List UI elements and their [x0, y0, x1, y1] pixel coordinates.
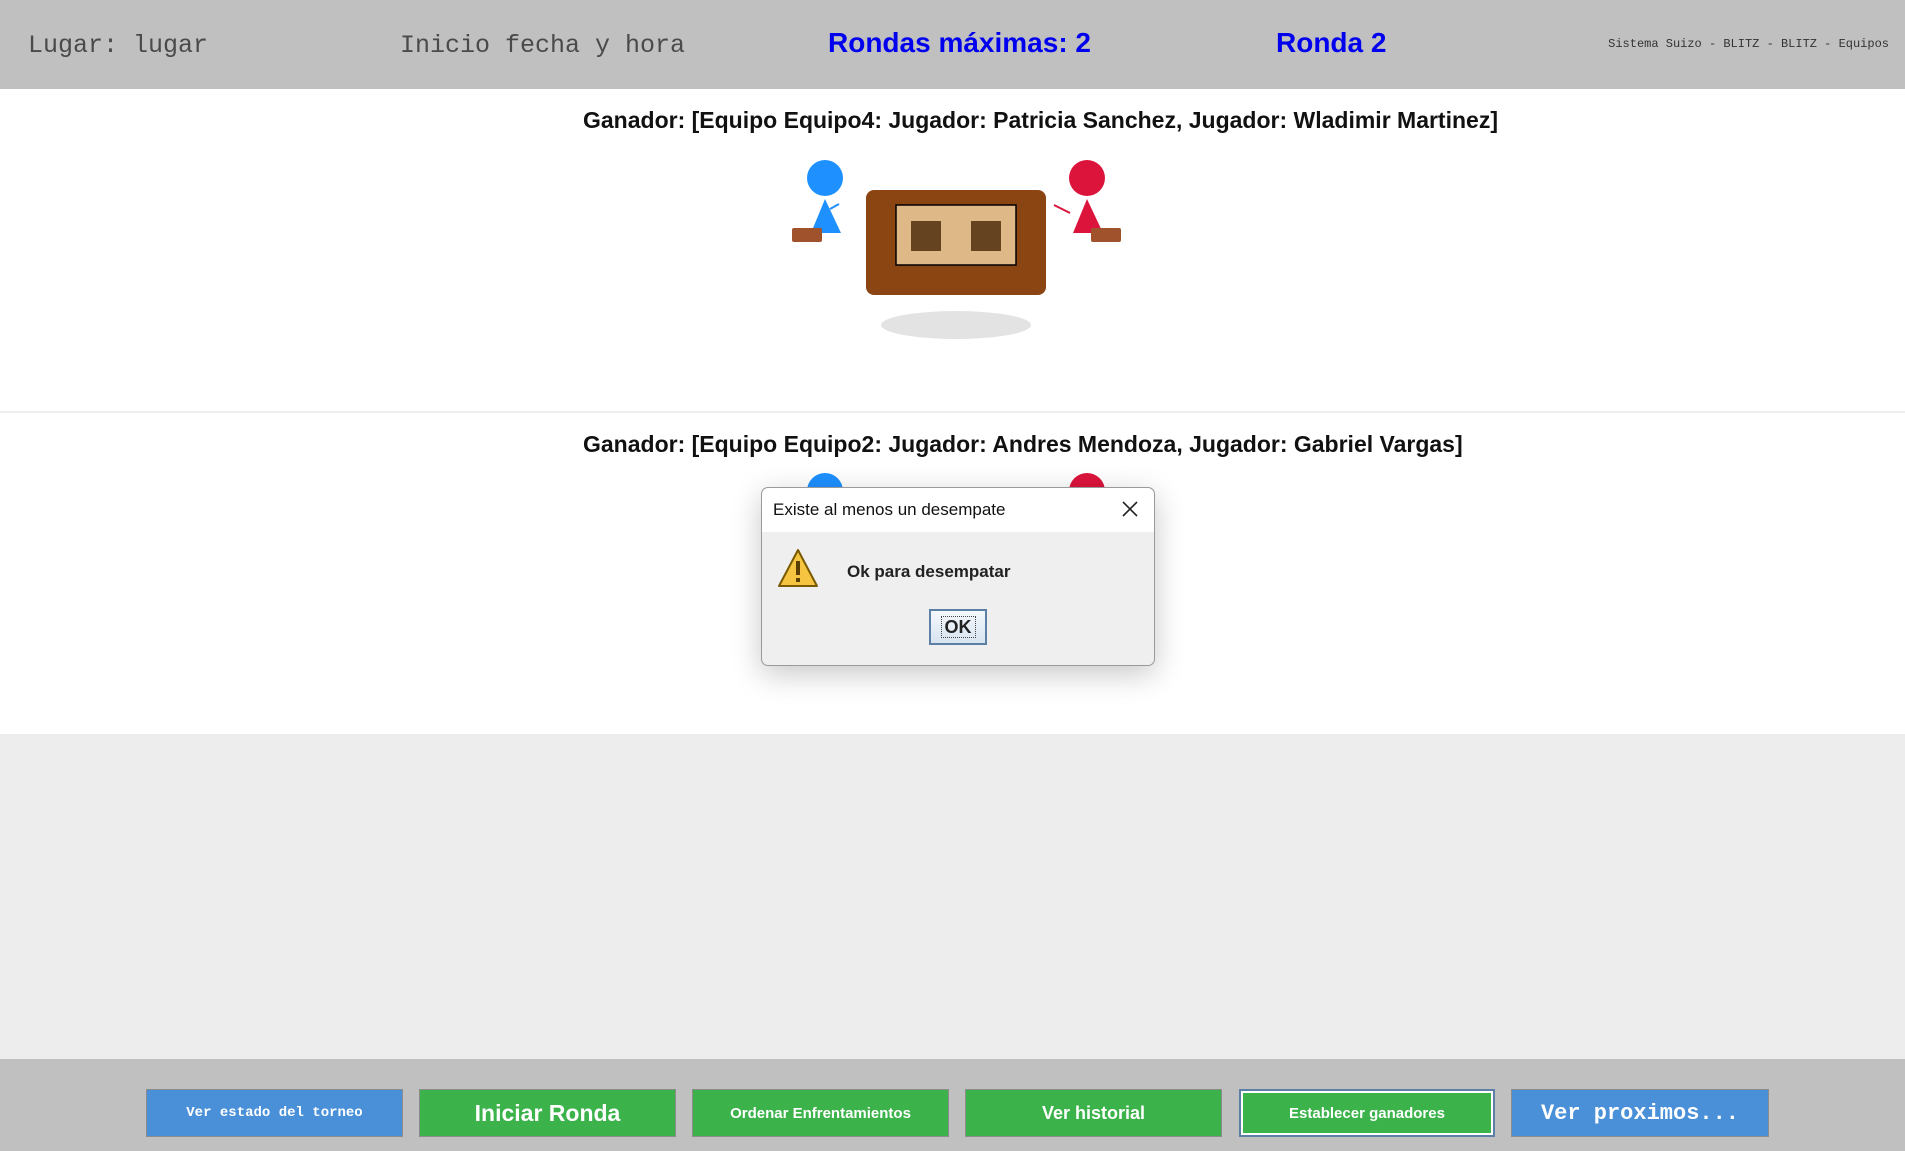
sistema-label: Sistema Suizo - BLITZ - BLITZ - Equipos: [1608, 37, 1889, 51]
rondas-maximas-label: Rondas máximas: 2: [828, 27, 1091, 58]
dialog-message: Ok para desempatar: [847, 562, 1011, 581]
close-icon[interactable]: [1120, 499, 1140, 519]
warning-icon: [778, 549, 818, 587]
table-shadow: [881, 311, 1031, 339]
ok-button-label: OK: [940, 616, 976, 638]
lugar-label: Lugar: lugar: [28, 31, 209, 60]
player-left-body: [811, 199, 841, 233]
player-left-head: [807, 160, 843, 196]
player-right-body: [1073, 199, 1103, 233]
top-bar: Lugar: lugar Inicio fecha y hora Rondas …: [0, 0, 1905, 89]
ver-estado-button[interactable]: Ver estado del torneo: [146, 1089, 403, 1137]
board-square: [971, 221, 1001, 251]
ordenar-enfrentamientos-button[interactable]: Ordenar Enfrentamientos: [692, 1089, 949, 1137]
ok-button[interactable]: OK: [929, 609, 987, 645]
player-right-chair: [1091, 228, 1121, 242]
dialog-titlebar[interactable]: Existe al menos un desempate: [762, 488, 1154, 532]
player-left-chair: [792, 228, 822, 242]
winner-label: Ganador: [Equipo Equipo4: Jugador: Patri…: [583, 107, 1498, 133]
bottom-toolbar: Ver estado del torneo Iniciar Ronda Orde…: [0, 1059, 1905, 1151]
establecer-ganadores-button[interactable]: Establecer ganadores: [1239, 1089, 1495, 1137]
dialog-title: Existe al menos un desempate: [773, 500, 1006, 519]
match-panel: Ganador: [Equipo Equipo4: Jugador: Patri…: [0, 89, 1905, 411]
board-square: [911, 221, 941, 251]
ver-proximos-button[interactable]: Ver proximos...: [1511, 1089, 1769, 1137]
iniciar-ronda-button[interactable]: Iniciar Ronda: [419, 1089, 676, 1137]
player-right-head: [1069, 160, 1105, 196]
tiebreak-dialog: Existe al menos un desempate Ok para des…: [761, 487, 1155, 666]
winner-label: Ganador: [Equipo Equipo2: Jugador: Andre…: [583, 431, 1463, 457]
ver-historial-button[interactable]: Ver historial: [965, 1089, 1222, 1137]
ronda-label: Ronda 2: [1276, 27, 1387, 58]
inicio-label: Inicio fecha y hora: [400, 31, 686, 60]
match-illustration: [792, 160, 1121, 339]
